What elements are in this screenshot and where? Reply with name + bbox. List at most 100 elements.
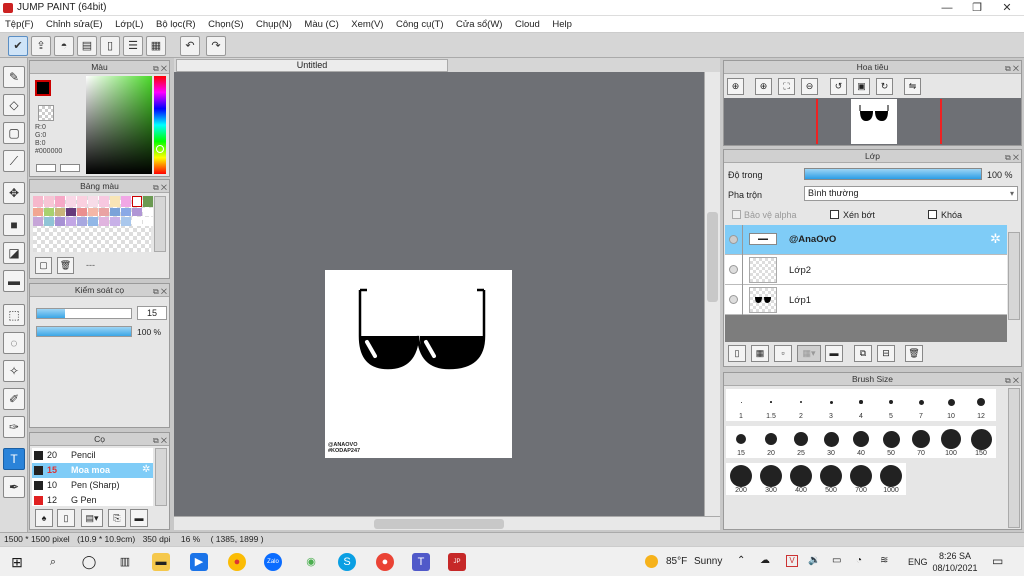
menu-help[interactable]: Help (547, 16, 577, 33)
brush-list-scrollbar[interactable] (155, 448, 167, 506)
gear-icon[interactable]: ✲ (990, 231, 1001, 247)
fit-window-icon[interactable]: ⛶ (778, 78, 795, 95)
merge-down-icon[interactable]: ⊟ (877, 345, 895, 362)
minimize-button[interactable]: — (932, 0, 962, 16)
palette-swatch[interactable] (99, 196, 109, 207)
language-indicator[interactable]: ENG (908, 557, 928, 567)
brush-size-option[interactable]: 400 (786, 463, 816, 495)
fill-rect-tool-icon[interactable]: ■ (3, 214, 25, 236)
panel-close-icon[interactable]: ⧉ ✕ (153, 62, 167, 75)
palette-swatch[interactable] (88, 217, 98, 226)
brush-size-option[interactable]: 7 (906, 389, 936, 421)
panel-close-icon[interactable]: ⧉ ✕ (153, 434, 167, 447)
gradient-tool-icon[interactable]: ▬ (3, 270, 25, 292)
brush-size-option[interactable]: 300 (756, 463, 786, 495)
palette-swatches[interactable] (33, 196, 153, 252)
palette-swatch[interactable] (77, 196, 87, 207)
brush-size-option[interactable]: 100 (936, 426, 966, 458)
palette-swatch[interactable] (143, 196, 153, 207)
brush-size-option[interactable]: 50 (876, 426, 906, 458)
notification-icon[interactable]: ▭ (992, 554, 1003, 568)
menu-capture[interactable]: Chụp(N) (251, 16, 297, 33)
new-layer-icon[interactable]: ▯ (728, 345, 746, 362)
menu-layer[interactable]: Lớp(L) (110, 16, 148, 33)
brush-size-option[interactable]: 1 (726, 389, 756, 421)
new-brush-icon[interactable]: ▯ (57, 509, 75, 527)
panel-close-icon[interactable]: ⧉ ✕ (1005, 62, 1019, 75)
select-rect-tool-icon[interactable]: ▢ (3, 122, 25, 144)
palette-swatch[interactable] (77, 217, 87, 226)
brush-item[interactable]: 20 Pencil (32, 448, 153, 463)
panel-close-icon[interactable]: ⧉ ✕ (153, 181, 167, 194)
palette-swatch[interactable] (110, 217, 120, 226)
palette-swatch[interactable] (66, 196, 76, 207)
new-halftone-layer-icon[interactable]: ▦ (751, 345, 769, 362)
select-pen-tool-icon[interactable]: ✐ (3, 388, 25, 410)
zalo-icon[interactable]: Zalo (264, 553, 282, 571)
brush-size-option[interactable]: 1000 (876, 463, 906, 495)
zoom-in-icon[interactable]: ⊕ (755, 78, 772, 95)
palette-swatch[interactable] (121, 196, 131, 207)
lock-checkbox[interactable] (928, 210, 937, 219)
chevron-up-icon[interactable]: ⌃ (737, 555, 745, 566)
clipping-checkbox[interactable] (830, 210, 839, 219)
weather-temp[interactable]: 85°F (666, 556, 687, 567)
trash-icon[interactable]: 🗑 (57, 257, 74, 274)
palette-swatch[interactable] (110, 196, 120, 207)
palette-swatch[interactable] (66, 217, 76, 226)
brush-size-slider[interactable] (36, 308, 132, 319)
brush-size-option[interactable]: 2 (786, 389, 816, 421)
layer-visibility-icon[interactable] (729, 295, 738, 304)
close-button[interactable]: ✕ (992, 0, 1022, 16)
brush-group-icon[interactable]: ♠ (35, 509, 53, 527)
bucket-tool-icon[interactable]: ◪ (3, 242, 25, 264)
new-swatch-icon[interactable]: ▢ (35, 257, 52, 274)
brush-size-option[interactable]: 5 (876, 389, 906, 421)
brush-size-option[interactable]: 200 (726, 463, 756, 495)
layer-visibility-icon[interactable] (729, 265, 738, 274)
rotate-right-icon[interactable]: ↻ (876, 78, 893, 95)
message-icon[interactable]: ▤ (77, 36, 97, 56)
redo-icon[interactable]: ↷ (206, 36, 226, 56)
duplicate-layer-icon[interactable]: ⧉ (854, 345, 872, 362)
file-explorer-icon[interactable]: ▬ (152, 553, 170, 571)
layer-opacity-slider[interactable] (804, 168, 982, 180)
palette-swatch[interactable] (99, 207, 109, 217)
vertical-scrollbar[interactable] (704, 72, 720, 518)
palette-scrollbar[interactable] (154, 196, 166, 252)
brush-size-option[interactable]: 10 (936, 389, 966, 421)
rotate-left-icon[interactable]: ↺ (830, 78, 847, 95)
eraser-tool-icon[interactable]: ◇ (3, 94, 25, 116)
export-icon[interactable]: ⇪ (31, 36, 51, 56)
hue-handle[interactable] (156, 145, 164, 153)
brush-size-option[interactable]: 1.5 (756, 389, 786, 421)
layer-type-dropdown-icon[interactable]: ▦▾ (797, 345, 821, 362)
document-icon[interactable]: ▯ (100, 36, 120, 56)
brush-item[interactable]: 12 G Pen (32, 493, 153, 506)
brush-size-option[interactable]: 3 (816, 389, 846, 421)
palette-swatch[interactable] (143, 207, 153, 217)
panel-close-icon[interactable]: ⧉ ✕ (1005, 374, 1019, 387)
palette-swatch[interactable] (99, 217, 109, 226)
line-tool-icon[interactable]: ⟋ (3, 150, 25, 172)
folder-icon[interactable]: ▬ (825, 345, 843, 362)
brush-item[interactable]: 10 Pen (Sharp) (32, 478, 153, 493)
palette-swatch[interactable] (88, 196, 98, 207)
menu-file[interactable]: Tệp(F) (0, 16, 39, 33)
list-icon[interactable]: ☰ (123, 36, 143, 56)
brush-type-dropdown-icon[interactable]: ▤▾ (81, 509, 103, 527)
text-tool-icon[interactable]: T (3, 448, 25, 470)
battery-icon[interactable]: ▭ (832, 555, 841, 566)
document-canvas[interactable]: @ANAOVO #KODAP247 (325, 270, 512, 458)
brush-size-option[interactable]: 20 (756, 426, 786, 458)
lasso-tool-icon[interactable]: ◌ (3, 332, 25, 354)
gear-icon[interactable]: ✲ (142, 464, 150, 475)
rect-select-tool-icon[interactable]: ⬚ (3, 304, 25, 326)
tab-untitled[interactable]: Untitled (176, 59, 448, 72)
layer-list-scrollbar[interactable] (1008, 232, 1020, 320)
folder-icon[interactable]: ▬ (130, 509, 148, 527)
panel-close-icon[interactable]: ⧉ ✕ (1005, 151, 1019, 164)
chrome-profile-icon[interactable]: ● (376, 553, 394, 571)
palette-swatch[interactable] (55, 207, 65, 217)
palette-swatch[interactable] (132, 207, 142, 217)
